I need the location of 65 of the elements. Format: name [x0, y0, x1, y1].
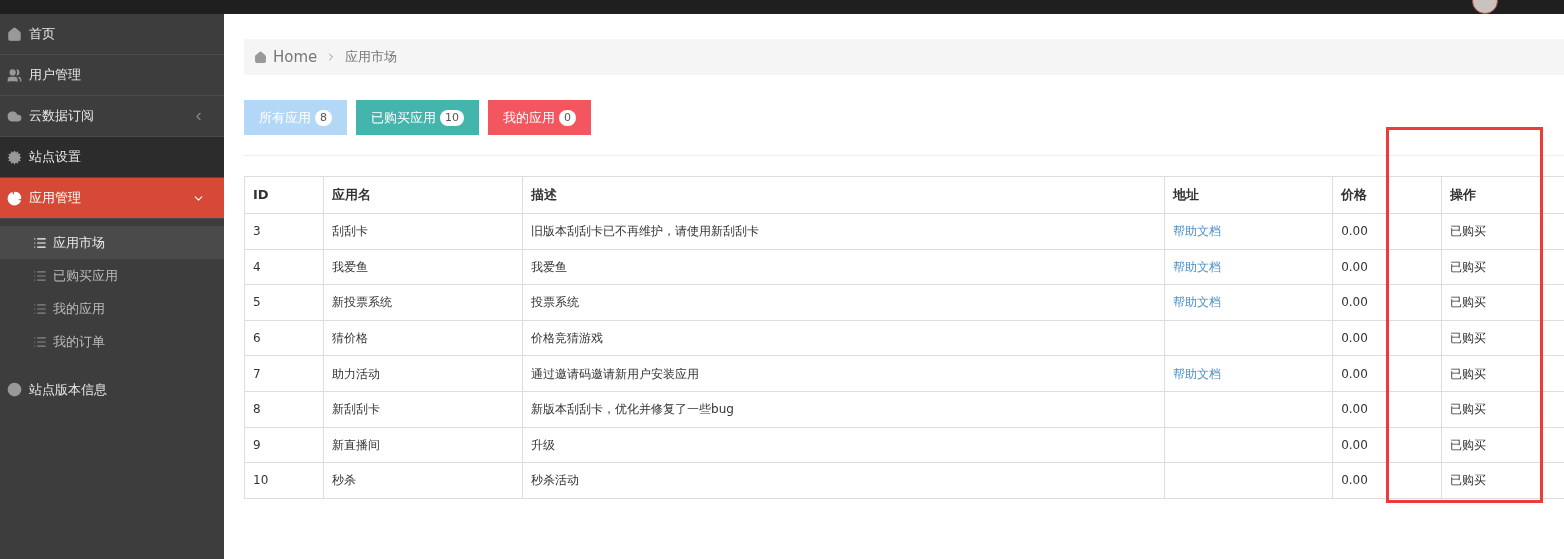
- list-icon: [33, 268, 47, 283]
- table-cell: 升级: [522, 427, 1165, 463]
- table-cell: 我爱鱼: [323, 249, 523, 285]
- house-icon: [254, 50, 267, 64]
- submenu-item[interactable]: 已购买应用: [0, 259, 224, 292]
- count-badge: 0: [559, 109, 576, 126]
- table-cell: 新投票系统: [323, 284, 523, 321]
- count-badge: 8: [315, 109, 332, 126]
- house-icon: [7, 26, 22, 42]
- table-cell: 0.00: [1332, 462, 1442, 499]
- list-icon: [33, 301, 47, 316]
- table-cell: 助力活动: [323, 355, 523, 392]
- filter-button[interactable]: 已购买应用 10: [356, 100, 479, 135]
- column-header: 价格: [1332, 176, 1442, 214]
- table-cell: 0.00: [1332, 213, 1442, 250]
- breadcrumb-item[interactable]: Home: [273, 45, 318, 69]
- table-cell: 5: [244, 284, 324, 321]
- column-header: 操作: [1441, 176, 1564, 214]
- table-cell: 刮刮卡: [323, 213, 523, 250]
- table-cell: 旧版本刮刮卡已不再维护，请使用新刮刮卡: [522, 213, 1165, 250]
- breadcrumb-item: 应用市场: [345, 48, 398, 67]
- table-cell: 我爱鱼: [522, 249, 1165, 285]
- column-header: 描述: [522, 176, 1165, 214]
- table-cell: 新直播间: [323, 427, 523, 463]
- table-cell: 通过邀请码邀请新用户安装应用: [522, 355, 1165, 392]
- sidebar-item[interactable]: 站点设置: [0, 137, 224, 178]
- filter-button[interactable]: 所有应用 8: [244, 100, 347, 135]
- help-link[interactable]: 帮助文档: [1172, 224, 1221, 239]
- list-icon: [33, 334, 47, 349]
- submenu-item[interactable]: 我的应用: [0, 292, 224, 325]
- count-badge: 10: [440, 109, 464, 126]
- users-icon: [7, 67, 22, 83]
- column-header: 应用名: [323, 176, 523, 214]
- submenu-item[interactable]: 应用市场: [0, 226, 224, 259]
- table-cell: 0.00: [1332, 355, 1442, 392]
- table-cell: 新版本刮刮卡，优化并修复了一些bug: [522, 391, 1165, 428]
- cloud-icon: [7, 108, 22, 124]
- sidebar-item[interactable]: 应用管理: [0, 178, 224, 219]
- table-cell: 0.00: [1332, 320, 1442, 356]
- help-link[interactable]: 帮助文档: [1172, 259, 1221, 274]
- table-cell: 新刮刮卡: [323, 391, 523, 428]
- table-cell: 0.00: [1332, 391, 1442, 428]
- table-cell: 猜价格: [323, 320, 523, 356]
- list-icon: [33, 235, 47, 250]
- table-cell: 9: [244, 427, 324, 463]
- table-cell: 0.00: [1332, 284, 1442, 321]
- table-cell: 投票系统: [522, 284, 1165, 321]
- table-cell: 秒杀活动: [522, 462, 1165, 499]
- table-cell: 秒杀: [323, 462, 523, 499]
- table-cell: 8: [244, 391, 324, 428]
- table-cell: 6: [244, 320, 324, 356]
- help-link[interactable]: 帮助文档: [1172, 366, 1221, 381]
- filter-button[interactable]: 我的应用 0: [488, 100, 591, 135]
- table-cell: 7: [244, 355, 324, 392]
- table-cell: 0.00: [1332, 249, 1442, 285]
- table-cell: 3: [244, 213, 324, 250]
- pie-icon: [7, 190, 22, 206]
- column-header: 地址: [1164, 176, 1333, 214]
- table-cell: 4: [244, 249, 324, 285]
- submenu-item[interactable]: 我的订单: [0, 325, 224, 358]
- table-cell: 0.00: [1332, 427, 1442, 463]
- help-link[interactable]: 帮助文档: [1172, 295, 1221, 310]
- column-header: ID: [244, 176, 324, 214]
- table-cell: 价格竞猜游戏: [522, 320, 1165, 356]
- table-cell: 10: [244, 462, 324, 499]
